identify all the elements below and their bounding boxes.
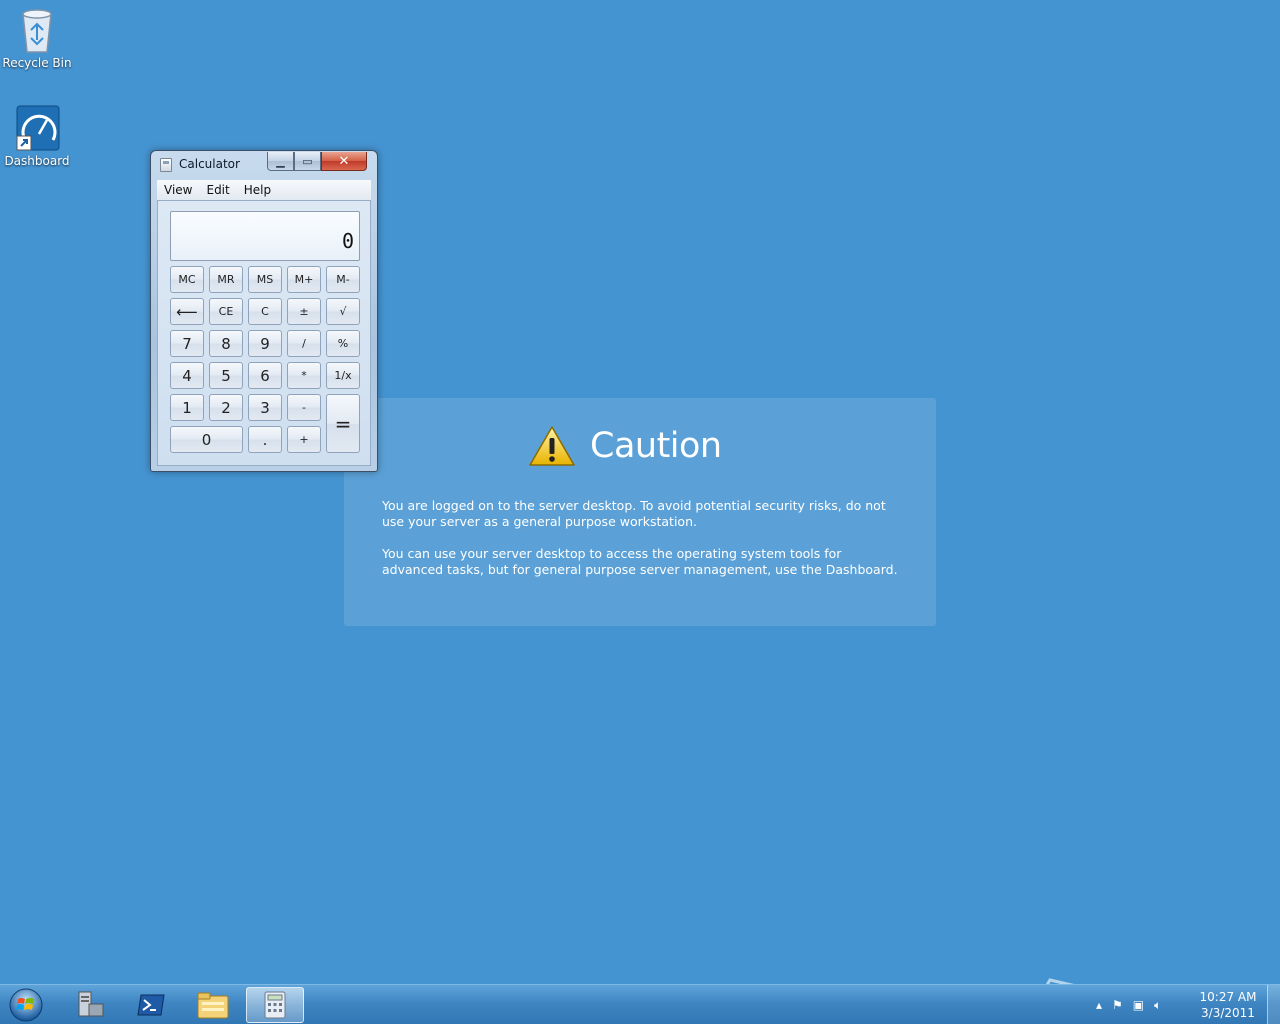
plus-minus-button[interactable]: ± bbox=[287, 298, 321, 325]
caution-title: Caution bbox=[590, 426, 722, 466]
desktop-icon-recycle-bin[interactable]: Recycle Bin bbox=[0, 6, 74, 70]
warning-icon bbox=[529, 426, 575, 466]
square-root-button[interactable]: √ bbox=[326, 298, 360, 325]
network-icon[interactable]: ▣ bbox=[1133, 998, 1144, 1012]
taskbar: ▴ ⚑ ▣ 🔈︎ 10:27 AM 3/3/2011 bbox=[0, 984, 1280, 1024]
reciprocal-button[interactable]: 1/x bbox=[326, 362, 360, 389]
caution-header: Caution bbox=[528, 422, 722, 470]
taskbar-powershell[interactable] bbox=[122, 987, 180, 1023]
close-icon: ✕ bbox=[338, 153, 350, 169]
calculator-window[interactable]: Calculator ▁ ▭ ✕ View Edit Help 0 MC MR … bbox=[150, 150, 378, 472]
desktop-icon-dashboard[interactable]: Dashboard bbox=[0, 104, 74, 168]
calculator-body: 0 MC MR MS M+ M- ⟵ CE C ± √ 7 8 9 / % 4 … bbox=[157, 200, 371, 466]
mr-button[interactable]: MR bbox=[209, 266, 243, 293]
caution-panel: Caution You are logged on to the server … bbox=[344, 398, 936, 626]
menu-edit[interactable]: Edit bbox=[199, 183, 236, 197]
file-explorer-icon bbox=[197, 992, 229, 1019]
add-button[interactable]: + bbox=[287, 426, 321, 453]
key-0[interactable]: 0 bbox=[170, 426, 243, 453]
desktop-icon-label: Recycle Bin bbox=[2, 56, 72, 70]
close-button[interactable]: ✕ bbox=[321, 152, 367, 171]
calculator-icon bbox=[160, 158, 172, 172]
action-center-flag-icon[interactable]: ⚑ bbox=[1112, 998, 1123, 1012]
taskbar-calculator[interactable] bbox=[246, 987, 304, 1023]
key-8[interactable]: 8 bbox=[209, 330, 243, 357]
key-9[interactable]: 9 bbox=[248, 330, 282, 357]
start-button[interactable] bbox=[6, 987, 46, 1023]
server-manager-icon bbox=[78, 991, 104, 1017]
key-2[interactable]: 2 bbox=[209, 394, 243, 421]
caution-message-1: You are logged on to the server desktop.… bbox=[382, 498, 886, 529]
powershell-icon bbox=[137, 994, 165, 1016]
maximize-button[interactable]: ▭ bbox=[294, 152, 321, 171]
divide-button[interactable]: / bbox=[287, 330, 321, 357]
dashboard-icon bbox=[16, 105, 60, 151]
key-6[interactable]: 6 bbox=[248, 362, 282, 389]
equals-button[interactable]: = bbox=[326, 394, 360, 453]
menu-help[interactable]: Help bbox=[237, 183, 278, 197]
caution-message-2: You can use your server desktop to acces… bbox=[382, 546, 898, 577]
windows-orb-icon bbox=[9, 988, 43, 1022]
volume-icon[interactable]: 🔈︎ bbox=[1154, 998, 1161, 1013]
m-plus-button[interactable]: M+ bbox=[287, 266, 321, 293]
minimize-button[interactable]: ▁ bbox=[267, 152, 294, 171]
clock-date: 3/3/2011 bbox=[1201, 1006, 1255, 1020]
taskbar-file-explorer[interactable] bbox=[184, 987, 242, 1023]
key-1[interactable]: 1 bbox=[170, 394, 204, 421]
percent-button[interactable]: % bbox=[326, 330, 360, 357]
multiply-button[interactable]: * bbox=[287, 362, 321, 389]
key-5[interactable]: 5 bbox=[209, 362, 243, 389]
key-4[interactable]: 4 bbox=[170, 362, 204, 389]
clear-button[interactable]: C bbox=[248, 298, 282, 325]
backspace-button[interactable]: ⟵ bbox=[170, 298, 204, 325]
key-7[interactable]: 7 bbox=[170, 330, 204, 357]
taskbar-server-manager[interactable] bbox=[60, 987, 118, 1023]
calculator-icon bbox=[264, 991, 286, 1019]
recycle-bin-icon bbox=[22, 9, 52, 53]
decimal-button[interactable]: . bbox=[248, 426, 282, 453]
show-desktop-button[interactable] bbox=[1267, 985, 1280, 1024]
clear-entry-button[interactable]: CE bbox=[209, 298, 243, 325]
system-tray: ▴ ⚑ ▣ 🔈︎ bbox=[1096, 995, 1161, 1015]
mc-button[interactable]: MC bbox=[170, 266, 204, 293]
menu-view[interactable]: View bbox=[157, 183, 199, 197]
calculator-display: 0 bbox=[170, 211, 360, 261]
taskbar-clock[interactable]: 10:27 AM 3/3/2011 bbox=[1196, 989, 1260, 1021]
clock-time: 10:27 AM bbox=[1199, 990, 1257, 1004]
show-hidden-icons-icon[interactable]: ▴ bbox=[1096, 998, 1102, 1012]
minimize-icon: ▁ bbox=[276, 154, 285, 168]
subtract-button[interactable]: - bbox=[287, 394, 321, 421]
ms-button[interactable]: MS bbox=[248, 266, 282, 293]
maximize-icon: ▭ bbox=[302, 154, 313, 168]
menu-bar: View Edit Help bbox=[157, 180, 371, 200]
desktop-icon-label: Dashboard bbox=[4, 154, 70, 168]
m-minus-button[interactable]: M- bbox=[326, 266, 360, 293]
key-3[interactable]: 3 bbox=[248, 394, 282, 421]
window-title: Calculator bbox=[179, 157, 240, 171]
